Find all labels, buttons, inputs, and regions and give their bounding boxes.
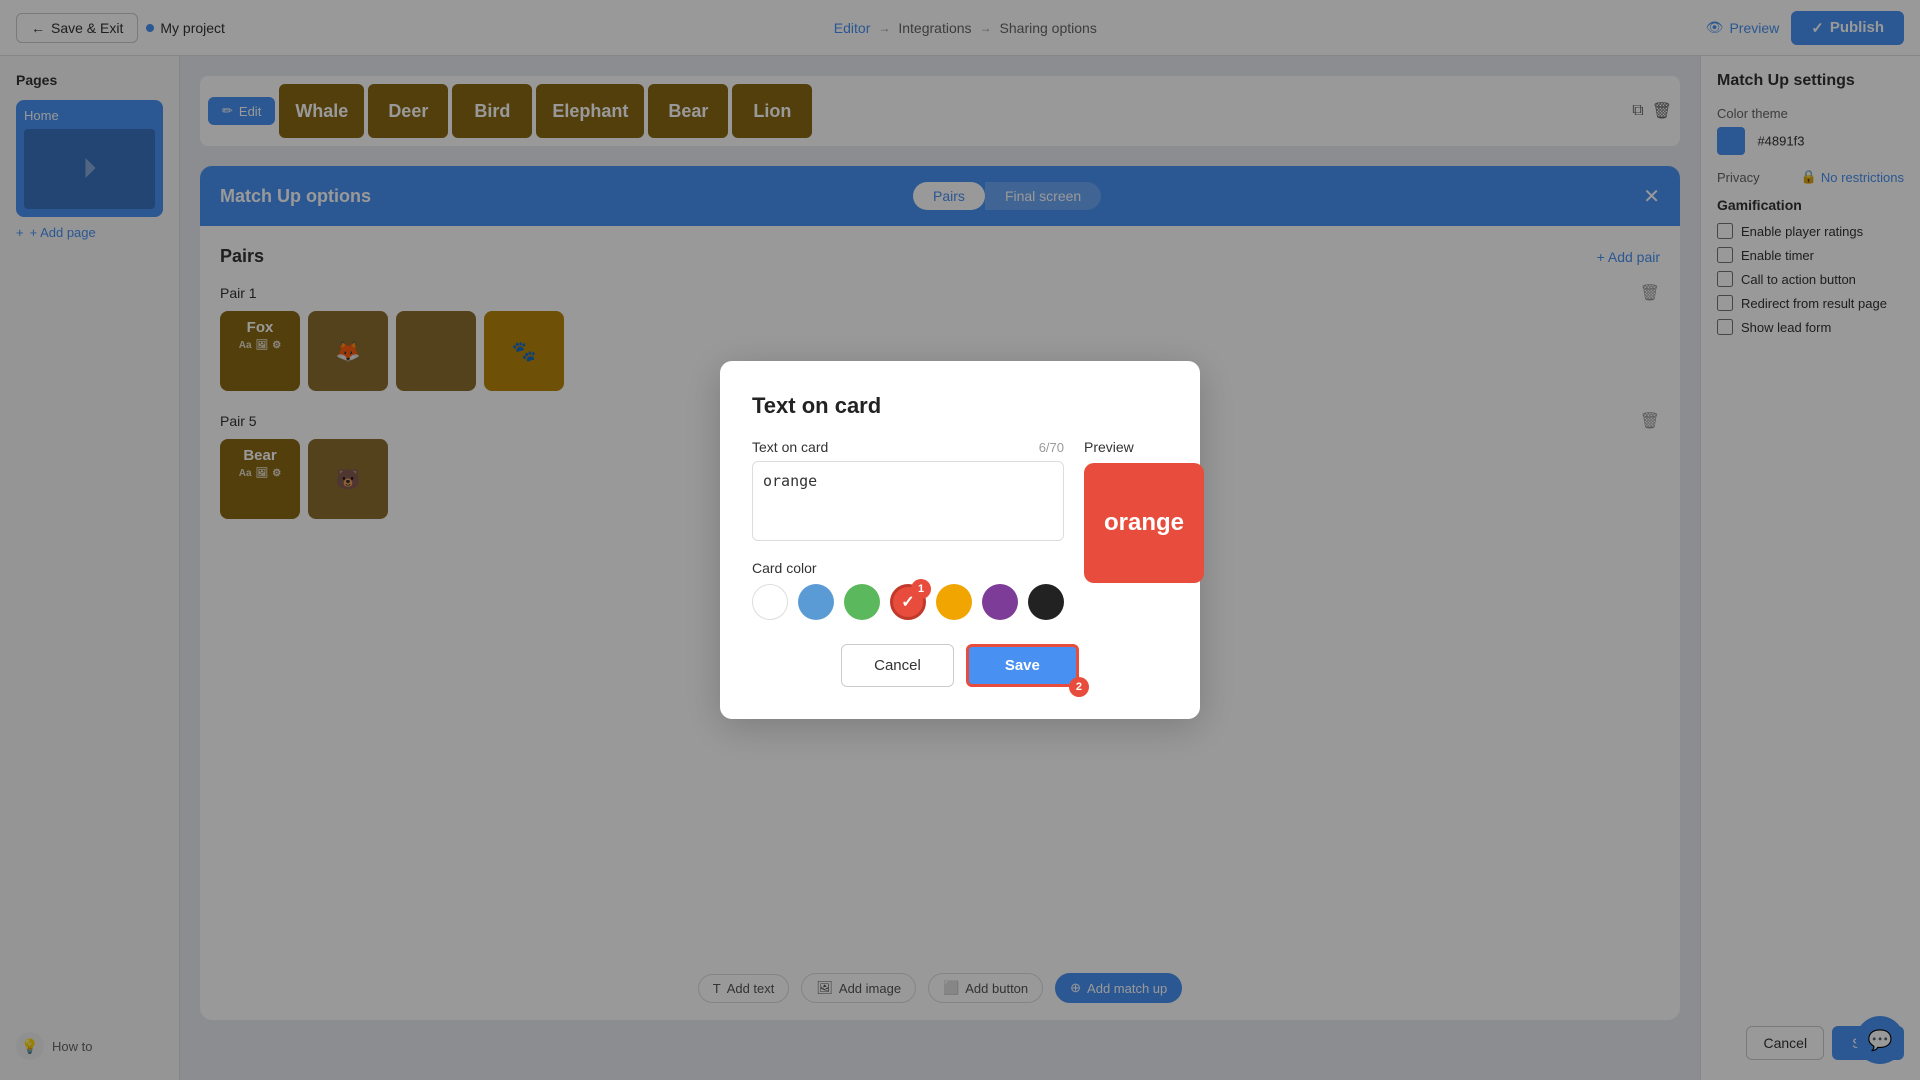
char-count: 6/70 [1039,440,1064,455]
dialog-field-label-row: Text on card 6/70 [752,439,1064,455]
dialog-content-row: Text on card 6/70 Card color ✓ 1 [752,439,1168,620]
dialog-actions: Cancel Save 2 [752,644,1168,687]
color-orange[interactable] [936,584,972,620]
card-color-label: Card color [752,560,1064,576]
color-red[interactable]: ✓ 1 [890,584,926,620]
dialog-overlay: Text on card Text on card 6/70 Card colo… [0,0,1920,1080]
text-on-card-label: Text on card [752,439,828,455]
text-on-card-input[interactable] [752,461,1064,541]
color-options: ✓ 1 [752,584,1064,620]
color-blue[interactable] [798,584,834,620]
color-white[interactable] [752,584,788,620]
badge-2: 2 [1069,677,1089,697]
dialog-title: Text on card [752,393,1168,419]
dialog-left: Text on card 6/70 Card color ✓ 1 [752,439,1064,620]
color-green[interactable] [844,584,880,620]
preview-section: Preview orange [1084,439,1204,620]
preview-label: Preview [1084,439,1204,455]
color-purple[interactable] [982,584,1018,620]
text-on-card-dialog: Text on card Text on card 6/70 Card colo… [720,361,1200,719]
dialog-save-button[interactable]: Save [966,644,1079,687]
dialog-cancel-button[interactable]: Cancel [841,644,954,687]
color-black[interactable] [1028,584,1064,620]
badge-1: 1 [911,579,931,599]
preview-card: orange [1084,463,1204,583]
dialog-save-wrapper: Save 2 [966,644,1079,687]
